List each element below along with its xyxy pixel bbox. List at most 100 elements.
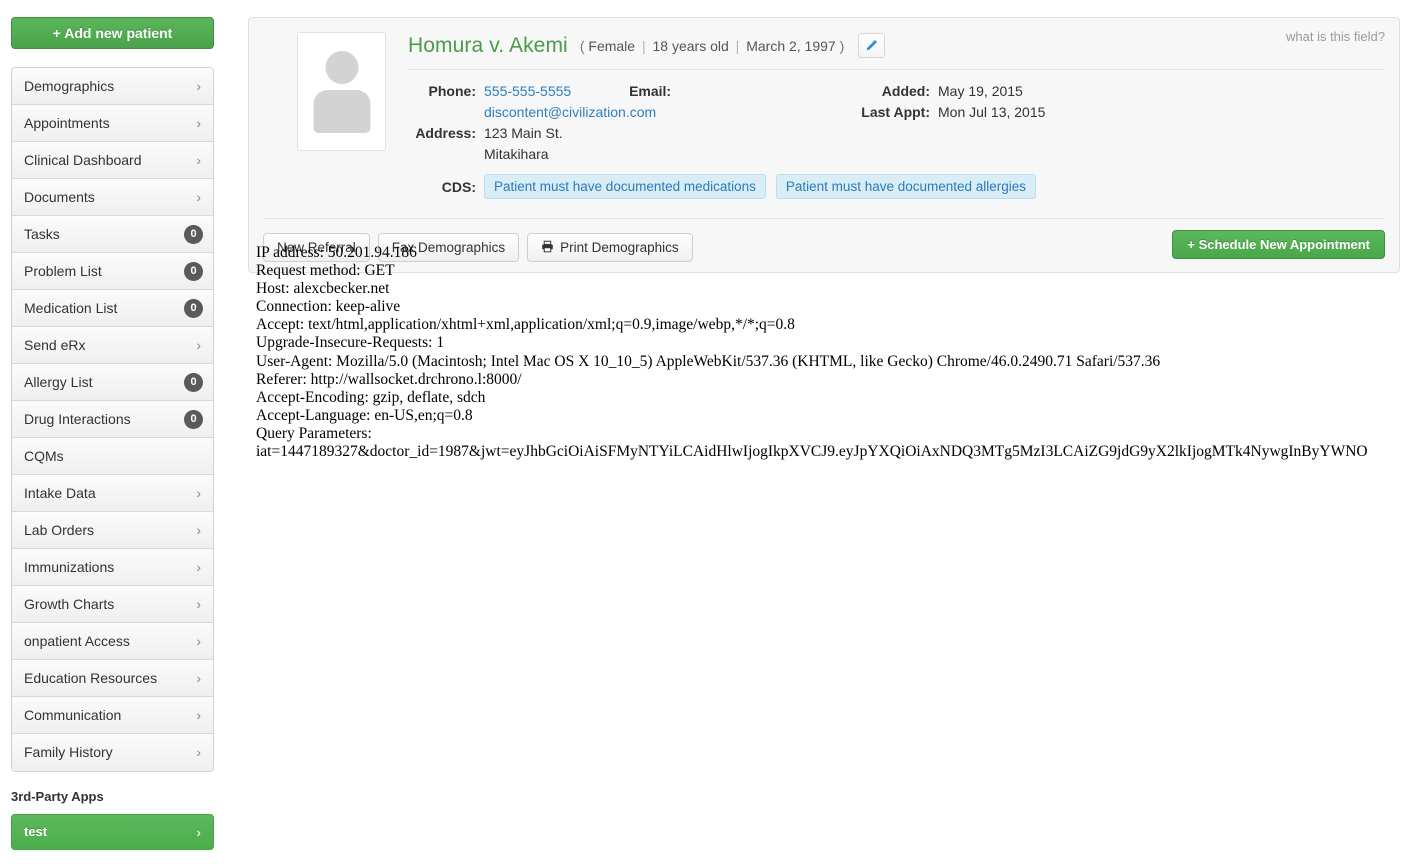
sidebar-item-badge: 0 [184, 299, 203, 318]
sidebar-item-label: Tasks [24, 226, 60, 242]
address-label: Address: [415, 125, 476, 141]
sidebar-item-communication[interactable]: Communication › [12, 697, 213, 734]
patient-header-panel: what is this field? Homura v. Akemi ( Fe… [248, 17, 1400, 273]
sidebar-item-drug-interactions[interactable]: Drug Interactions 0 [12, 401, 213, 438]
cds-badge[interactable]: Patient must have documented allergies [775, 174, 1037, 199]
sidebar-item-label: Growth Charts [24, 596, 115, 612]
sidebar-item-tasks[interactable]: Tasks 0 [12, 216, 213, 253]
chevron-right-icon: › [196, 78, 201, 94]
email-link[interactable]: discontent@civilization.com [484, 104, 656, 120]
patient-gender: Female [588, 37, 636, 54]
last-appt-value: Mon Jul 13, 2015 [938, 104, 1046, 120]
request-info-line: Query Parameters: [256, 424, 372, 442]
request-info-line: Connection: keep-alive [256, 298, 401, 316]
third-party-apps-heading: 3rd-Party Apps [11, 789, 104, 804]
sidebar-item-test-app[interactable]: test › [11, 814, 214, 850]
sidebar-item-label: Communication [24, 707, 122, 723]
what-is-this-field-link[interactable]: what is this field? [1286, 29, 1385, 44]
patient-dob: March 2, 1997 [746, 37, 836, 54]
address-line-1: 123 Main St. [484, 125, 563, 141]
sidebar-item-label: Drug Interactions [24, 411, 131, 427]
sidebar-item-allergy-list[interactable]: Allergy List 0 [12, 364, 213, 401]
last-appt-row: Last Appt: Mon Jul 13, 2015 [838, 102, 1045, 123]
address-line-2: Mitakihara [484, 146, 549, 162]
patient-age: 18 years old [652, 37, 729, 54]
patient-info-grid: Phone: 555-555-5555 Email: discontent@ci… [408, 81, 1385, 165]
sidebar-nav-list: Demographics › Appointments › Clinical Dashb… [11, 67, 214, 772]
sidebar-item-label: Demographics [24, 78, 115, 94]
cds-label: CDS: [441, 179, 476, 195]
sidebar-item-label: Lab Orders [24, 522, 95, 538]
sidebar-item-label: CQMs [24, 448, 64, 464]
sidebar-item-badge: 0 [184, 262, 203, 281]
chevron-right-icon: › [196, 744, 201, 760]
sidebar-item-growth-charts[interactable]: Growth Charts › [12, 586, 213, 623]
phone-link[interactable]: 555-555-5555 [484, 83, 571, 99]
request-info-line: iat=1447189327&doctor_id=1987&jwt=eyJhbG… [256, 443, 1368, 461]
request-info-line: Request method: GET [256, 262, 395, 280]
chevron-right-icon: › [196, 670, 201, 686]
sidebar-item-onpatient-access[interactable]: onpatient Access › [12, 623, 213, 660]
last-appt-label: Last Appt: [861, 104, 930, 120]
request-info-line: Accept-Language: en-US,en;q=0.8 [256, 406, 473, 424]
paren-close: ) [839, 37, 845, 54]
address-row: Address: 123 Main St. [408, 123, 838, 144]
sidebar-item-documents[interactable]: Documents › [12, 179, 213, 216]
sidebar-item-label: Appointments [24, 115, 110, 131]
request-info-line: User-Agent: Mozilla/5.0 (Macintosh; Inte… [256, 352, 1161, 370]
sidebar-item-cqms[interactable]: CQMs [12, 438, 213, 475]
sidebar-item-label: Intake Data [24, 485, 96, 501]
request-info-line: Accept: text/html,application/xhtml+xml,… [256, 316, 795, 334]
sidebar-item-send-erx[interactable]: Send eRx › [12, 327, 213, 364]
sidebar-item-label: Send eRx [24, 337, 86, 353]
sidebar-item-education-resources[interactable]: Education Resources › [12, 660, 213, 697]
page-title: Homura v. Akemi [408, 33, 568, 57]
chevron-right-icon: › [196, 522, 201, 538]
sidebar-item-family-history[interactable]: Family History › [12, 734, 213, 771]
sidebar-item-label: Immunizations [24, 559, 115, 575]
main-content: what is this field? Homura v. Akemi ( Fe… [248, 17, 1400, 273]
phone-row: Phone: 555-555-5555 Email: discontent@ci… [408, 81, 838, 123]
sidebar-item-medication-list[interactable]: Medication List 0 [12, 290, 213, 327]
sidebar-item-appointments[interactable]: Appointments › [12, 105, 213, 142]
pencil-icon [865, 39, 878, 52]
sidebar-item-demographics[interactable]: Demographics › [12, 68, 213, 105]
person-placeholder-icon [325, 51, 358, 84]
sidebar-item-label: Clinical Dashboard [24, 152, 142, 168]
email-label: Email: [629, 83, 672, 99]
paren-open: ( [579, 37, 585, 54]
request-info-line: IP address: 50.201.94.186 [256, 244, 417, 261]
add-new-patient-button[interactable]: + Add new patient [11, 17, 214, 49]
person-placeholder-icon-body [313, 90, 370, 133]
sidebar-item-badge: 0 [184, 373, 203, 392]
request-info-line: Host: alexcbecker.net [256, 280, 390, 298]
chevron-right-icon: › [196, 707, 201, 723]
sidebar-item-lab-orders[interactable]: Lab Orders › [12, 512, 213, 549]
sidebar-item-label: Education Resources [24, 670, 158, 686]
avatar[interactable] [297, 32, 386, 151]
sidebar-item-intake-data[interactable]: Intake Data › [12, 475, 213, 512]
chevron-right-icon: › [196, 559, 201, 575]
phone-label: Phone: [428, 83, 476, 99]
request-info-line: Upgrade-Insecure-Requests: 1 [256, 334, 445, 352]
chevron-right-icon: › [196, 485, 201, 501]
added-row: Added: May 19, 2015 [838, 81, 1045, 102]
chevron-right-icon: › [196, 189, 201, 205]
meta-separator-1: | [641, 37, 646, 54]
sidebar-item-label: Problem List [24, 263, 102, 279]
chevron-right-icon: › [196, 152, 201, 168]
cds-badge[interactable]: Patient must have documented medications [484, 174, 766, 199]
edit-patient-button[interactable] [858, 33, 886, 58]
sidebar-item-clinical-dashboard[interactable]: Clinical Dashboard › [12, 142, 213, 179]
patient-demographics-page: + Add new patient Demographics › Appointme… [0, 0, 1412, 866]
cds-badge-list: Patient must have documented medications… [484, 174, 1037, 199]
chevron-right-icon: › [196, 633, 201, 649]
sidebar-item-label: Allergy List [24, 374, 93, 390]
sidebar-item-label: Family History [24, 744, 113, 760]
sidebar: + Add new patient Demographics › Appointme… [11, 17, 214, 850]
chevron-right-icon: › [196, 824, 201, 840]
patient-meta: ( Female | 18 years old | March 2, 1997 … [580, 38, 844, 54]
sidebar-item-problem-list[interactable]: Problem List 0 [12, 253, 213, 290]
sidebar-item-immunizations[interactable]: Immunizations › [12, 549, 213, 586]
chevron-right-icon: › [196, 596, 201, 612]
